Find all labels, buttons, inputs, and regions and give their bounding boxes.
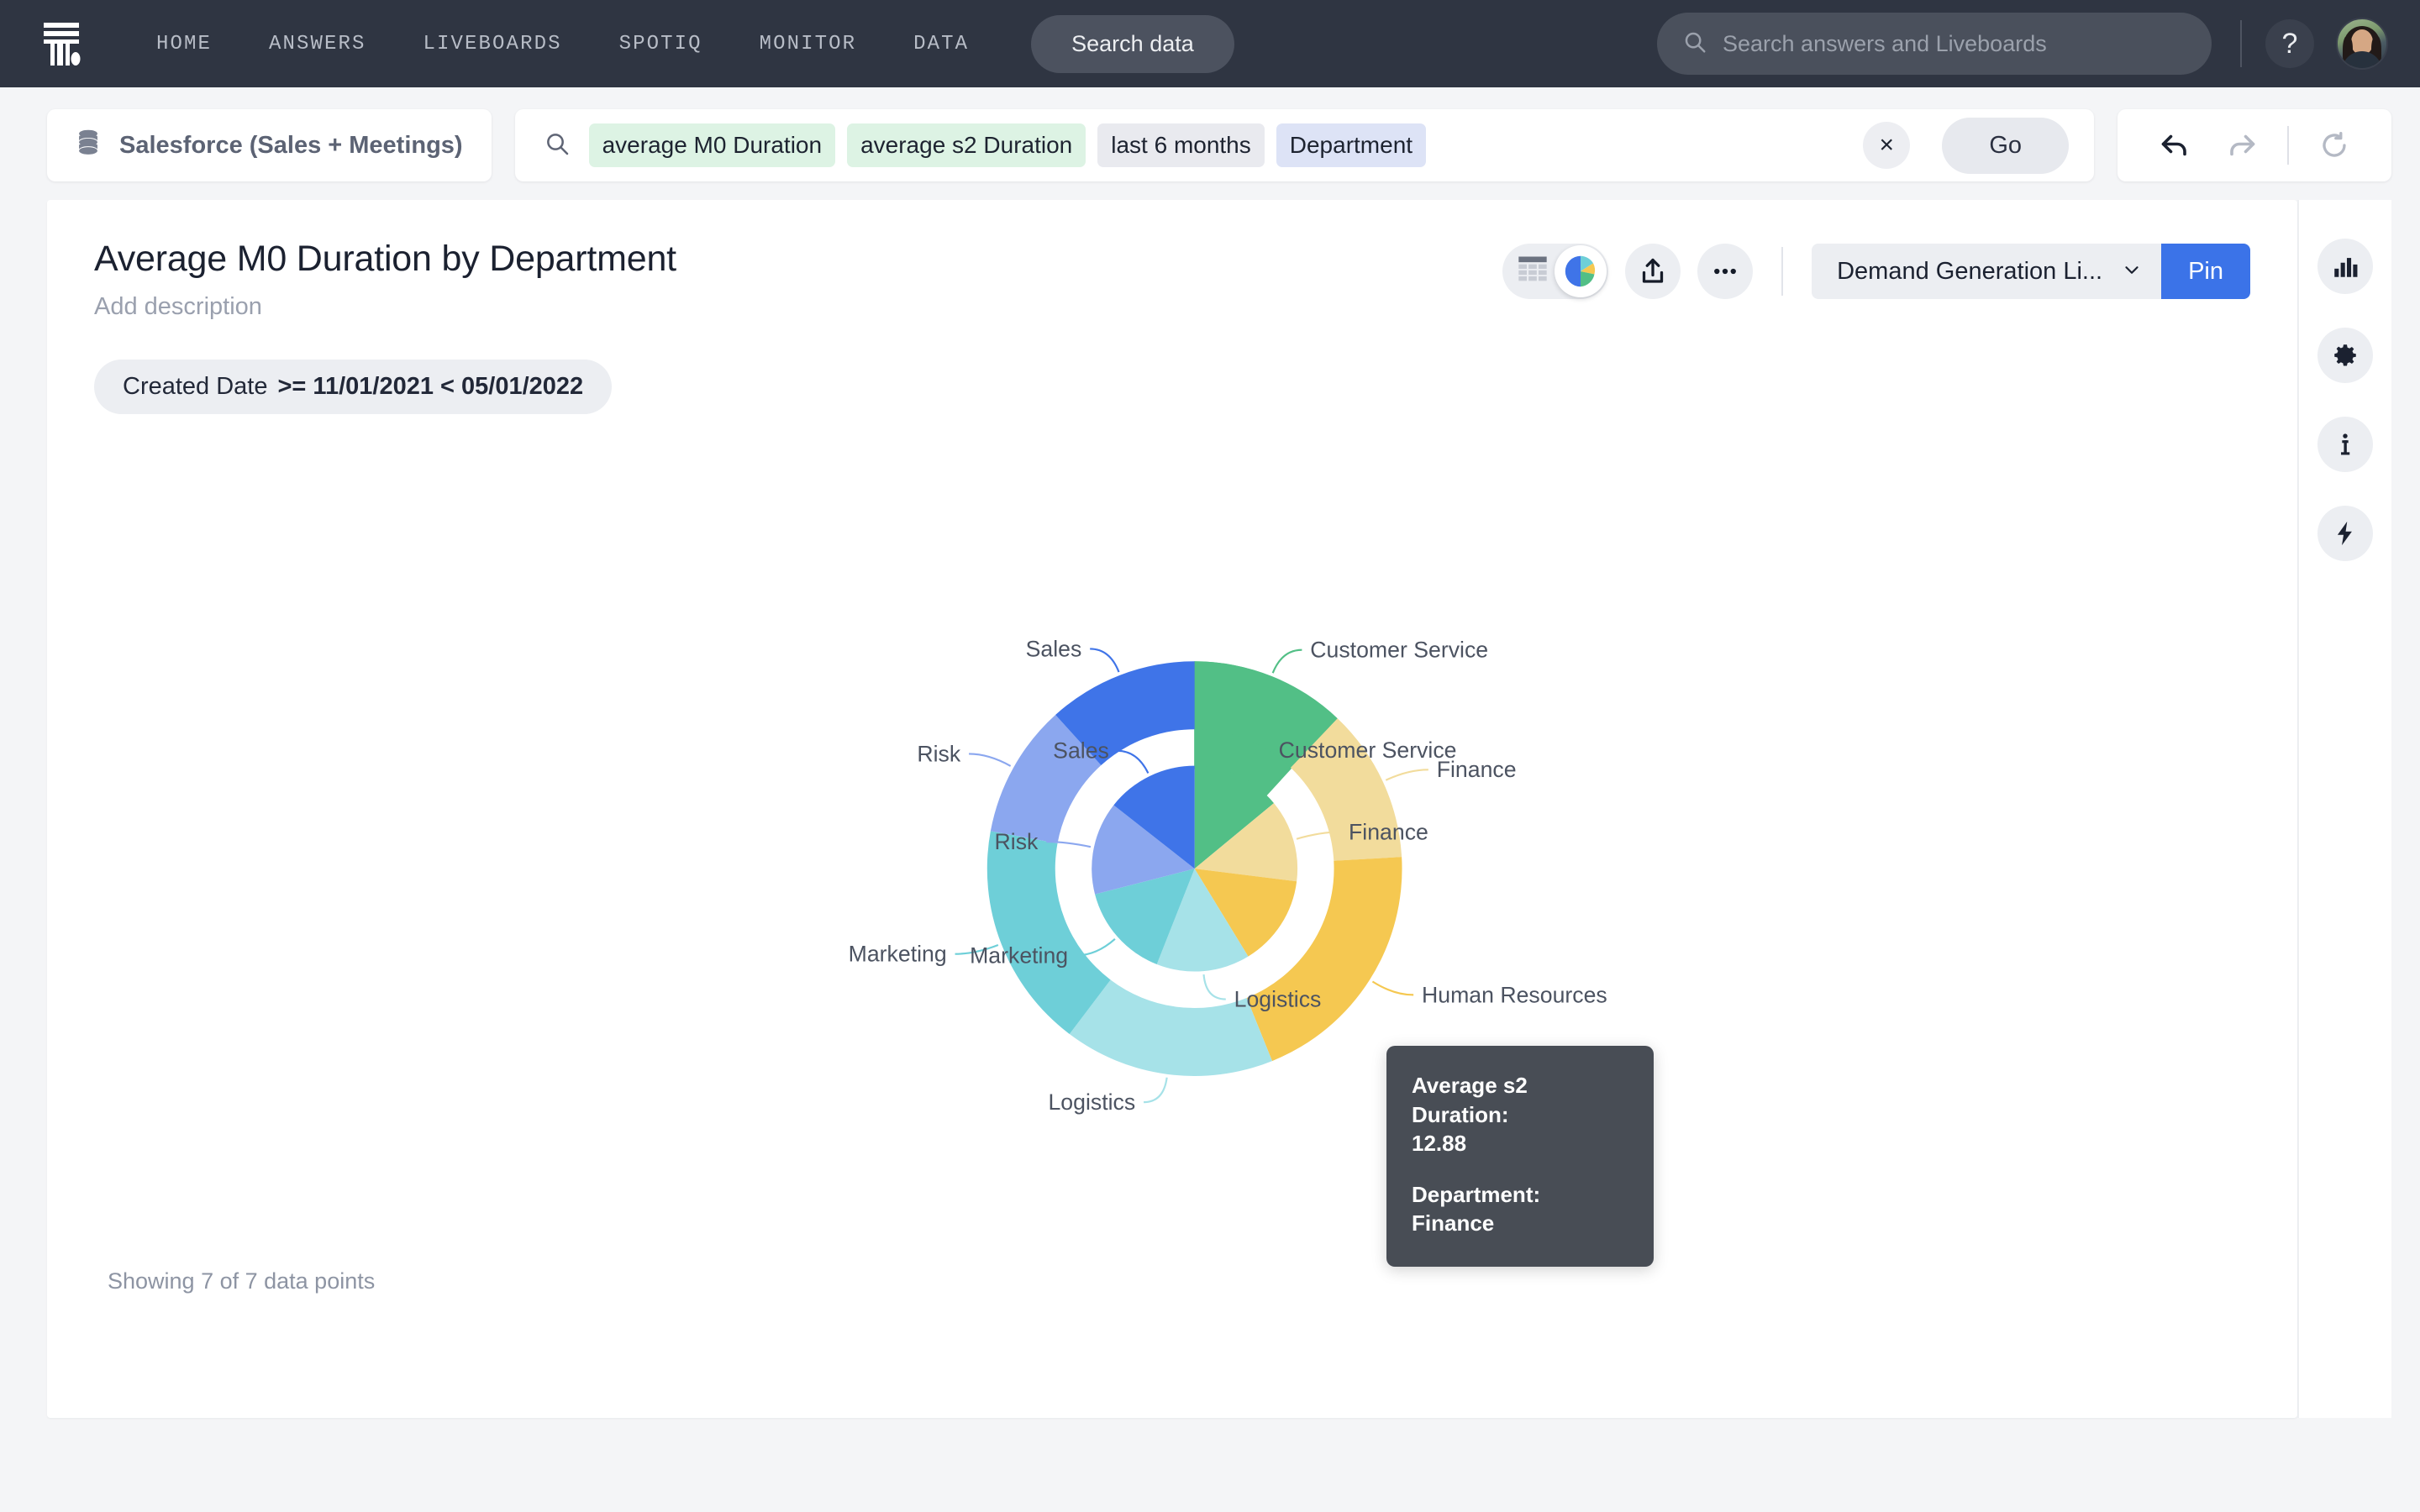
search-icon — [544, 130, 571, 161]
answer-toolbar: Demand Generation Li... Pin — [1502, 239, 2250, 299]
toolbar-divider — [1781, 247, 1784, 296]
leader-line-sales — [1090, 648, 1120, 673]
go-button[interactable]: Go — [1942, 117, 2069, 174]
pie-chart-icon — [1555, 245, 1607, 297]
outer-label-sales: Sales — [1026, 636, 1082, 661]
tooltip-measure-label: Average s2 Duration: — [1412, 1073, 1528, 1127]
data-points-footer: Showing 7 of 7 data points — [108, 1268, 376, 1294]
user-avatar[interactable] — [2336, 18, 2388, 70]
tooltip-measure-value: 12.88 — [1412, 1131, 1467, 1157]
primary-nav-links: HOME ANSWERS LIVEBOARDS SPOTIQ MONITOR D… — [128, 24, 997, 64]
more-options-button[interactable] — [1697, 244, 1754, 299]
chevron-down-icon — [2121, 259, 2143, 285]
query-token-average-m0-duration[interactable]: average M0 Duration — [588, 123, 836, 167]
nav-link-data[interactable]: DATA — [885, 24, 997, 64]
top-nav-divider — [2240, 20, 2242, 67]
history-controls — [2118, 109, 2391, 181]
leader-line-logistics — [1144, 1077, 1168, 1104]
tooltip-spacer — [1412, 1158, 1628, 1180]
query-token-last-6-months[interactable]: last 6 months — [1097, 123, 1265, 167]
leader-line-customer-service — [1271, 648, 1302, 674]
donut-rings[interactable] — [986, 661, 1402, 1076]
add-description[interactable]: Add description — [94, 293, 1502, 321]
query-bar-row: Salesforce (Sales + Meetings) average M0… — [0, 87, 2420, 200]
query-token-department[interactable]: Department — [1276, 123, 1427, 167]
clear-query-button[interactable]: × — [1863, 122, 1911, 169]
undo-icon[interactable] — [2141, 109, 2208, 181]
pin-button[interactable]: Pin — [2161, 244, 2250, 299]
inner-label-customer-service: Customer Service — [1279, 738, 1457, 763]
chart-config-icon[interactable] — [2317, 239, 2373, 294]
tooltip-attr-value: Finance — [1412, 1210, 1495, 1236]
database-icon — [76, 129, 101, 162]
leader-line-sales — [1117, 749, 1150, 774]
history-divider — [2287, 126, 2289, 165]
chart-area: Customer Service Finance Human Resources Lo… — [47, 414, 2297, 1338]
filter-value: >= 11/01/2021 < 05/01/2022 — [277, 373, 584, 400]
search-data-button[interactable]: Search data — [1031, 14, 1234, 73]
table-chart-toggle[interactable] — [1502, 244, 1609, 299]
nav-link-liveboards[interactable]: LIVEBOARDS — [395, 24, 591, 64]
filter-row: Created Date >= 11/01/2021 < 05/01/2022 — [47, 321, 2297, 414]
answer-card: Average M0 Duration by Department Add de… — [47, 200, 2297, 1418]
top-nav-right-group: ? — [1657, 13, 2388, 75]
chart-tooltip: Average s2 Duration: 12.88 Department: F… — [1386, 1046, 1654, 1267]
global-search-box[interactable] — [1657, 13, 2212, 75]
inner-label-risk: Risk — [995, 829, 1039, 854]
nav-link-monitor[interactable]: MONITOR — [731, 24, 886, 64]
inner-label-logistics: Logistics — [1234, 986, 1322, 1011]
leader-line-human-resources — [1371, 980, 1414, 996]
thoughtspot-logo[interactable] — [39, 17, 92, 71]
global-search-input[interactable] — [1723, 30, 2186, 57]
table-icon — [1516, 253, 1549, 291]
top-navigation-bar: HOME ANSWERS LIVEBOARDS SPOTIQ MONITOR D… — [0, 0, 2420, 87]
tooltip-attr-label: Department: — [1412, 1181, 1541, 1207]
data-source-selector[interactable]: Salesforce (Sales + Meetings) — [47, 109, 492, 181]
answer-titles: Average M0 Duration by Department Add de… — [94, 239, 1502, 321]
search-icon — [1682, 29, 1707, 59]
nav-link-answers[interactable]: ANSWERS — [240, 24, 395, 64]
outer-label-human-resources: Human Resources — [1422, 982, 1607, 1007]
search-query-bar[interactable]: average M0 Duration average s2 Duration … — [514, 109, 2094, 181]
filter-chip-created-date[interactable]: Created Date >= 11/01/2021 < 05/01/2022 — [94, 360, 613, 414]
help-icon[interactable]: ? — [2265, 19, 2314, 68]
query-token-average-s2-duration[interactable]: average s2 Duration — [847, 123, 1086, 167]
outer-label-logistics: Logistics — [1048, 1089, 1135, 1115]
page-title: Average M0 Duration by Department — [94, 239, 676, 279]
liveboard-select[interactable]: Demand Generation Li... — [1812, 244, 2162, 299]
outer-label-marketing: Marketing — [849, 942, 947, 967]
reset-icon[interactable] — [2301, 109, 2368, 181]
share-button[interactable] — [1625, 244, 1681, 299]
main-content: Average M0 Duration by Department Add de… — [0, 200, 2420, 1485]
data-source-label: Salesforce (Sales + Meetings) — [119, 131, 463, 159]
nested-donut-chart[interactable]: Customer Service Finance Human Resources Lo… — [47, 414, 2297, 1338]
redo-icon[interactable] — [2208, 109, 2275, 181]
outer-label-customer-service: Customer Service — [1310, 638, 1488, 663]
bolt-icon[interactable] — [2317, 506, 2373, 561]
info-icon[interactable] — [2317, 417, 2373, 472]
inner-label-finance: Finance — [1349, 819, 1428, 844]
nav-link-home[interactable]: HOME — [128, 24, 240, 64]
filter-field-label: Created Date — [123, 373, 268, 400]
outer-label-risk: Risk — [917, 741, 961, 766]
gear-icon[interactable] — [2317, 328, 2373, 383]
nav-link-spotiq[interactable]: SPOTIQ — [591, 24, 731, 64]
leader-line-finance — [1385, 769, 1428, 781]
answer-card-header: Average M0 Duration by Department Add de… — [47, 200, 2297, 321]
query-token-list: average M0 Duration average s2 Duration … — [588, 123, 1845, 167]
leader-line-logistics — [1202, 974, 1226, 1000]
inner-label-sales: Sales — [1053, 738, 1109, 764]
liveboard-select-label: Demand Generation Li... — [1837, 257, 2103, 285]
right-rail — [2297, 200, 2391, 1418]
inner-label-marketing: Marketing — [970, 942, 1068, 968]
leader-line-risk — [969, 753, 1012, 767]
